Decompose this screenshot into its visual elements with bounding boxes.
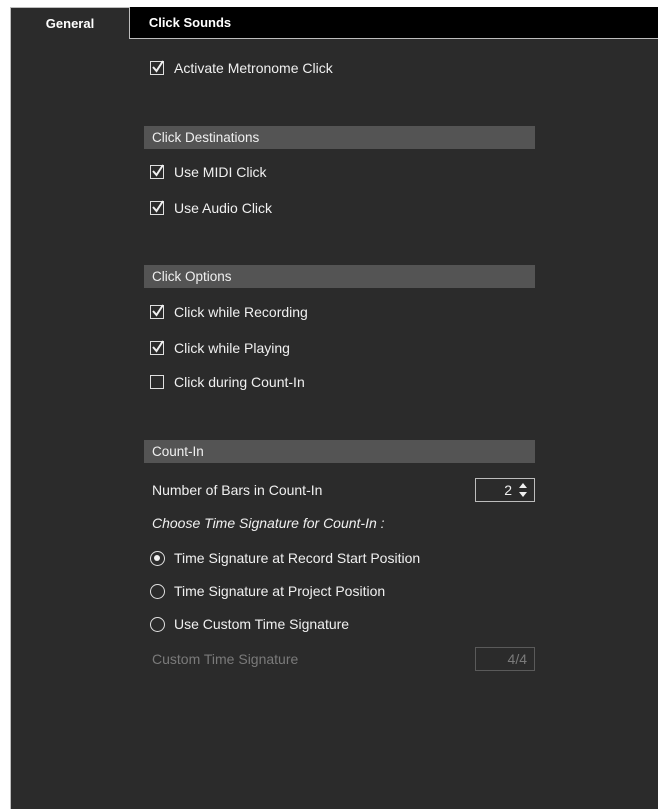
radio-project-position-label: Time Signature at Project Position	[174, 583, 386, 599]
use-audio-click-label: Use Audio Click	[174, 200, 273, 216]
click-during-countin-label: Click during Count-In	[174, 374, 305, 390]
click-while-recording-label: Click while Recording	[174, 304, 308, 320]
click-while-playing-label: Click while Playing	[174, 340, 290, 356]
tab-click-sounds[interactable]: Click Sounds	[130, 7, 250, 39]
count-in-header: Count-In	[144, 440, 535, 463]
custom-time-signature-field[interactable]: 4/4	[475, 647, 535, 671]
bars-in-countin-spinner[interactable]: 2	[475, 478, 535, 502]
checkmark-icon	[152, 304, 164, 317]
radio-unselected-icon	[150, 583, 165, 599]
radio-custom-signature-label: Use Custom Time Signature	[174, 616, 350, 632]
checkmark-icon	[152, 164, 164, 177]
tab-general[interactable]: General	[10, 7, 130, 39]
use-midi-click-checkbox[interactable]: Use MIDI Click	[150, 160, 267, 184]
checkbox-checked-icon	[150, 304, 164, 319]
checkbox-checked-icon	[150, 340, 164, 355]
custom-time-signature-label: Custom Time Signature	[152, 651, 299, 667]
tab-bar: General Click Sounds	[10, 7, 658, 39]
click-destinations-header: Click Destinations	[144, 126, 535, 149]
checkbox-checked-icon	[150, 60, 164, 75]
checkbox-checked-icon	[150, 164, 164, 179]
use-audio-click-checkbox[interactable]: Use Audio Click	[150, 196, 272, 220]
tab-divider	[130, 38, 658, 39]
radio-project-position[interactable]: Time Signature at Project Position	[150, 579, 385, 603]
up-down-arrows-icon[interactable]	[518, 482, 528, 498]
radio-selected-icon	[150, 550, 165, 566]
radio-record-start-label: Time Signature at Record Start Position	[174, 550, 421, 566]
click-options-header: Click Options	[144, 265, 535, 288]
panel-left-border	[10, 39, 11, 809]
bars-in-countin-value: 2	[504, 482, 512, 498]
activate-metronome-checkbox[interactable]: Activate Metronome Click	[150, 56, 333, 80]
radio-record-start[interactable]: Time Signature at Record Start Position	[150, 546, 420, 570]
choose-time-signature-label: Choose Time Signature for Count-In :	[152, 515, 385, 531]
checkbox-unchecked-icon	[150, 375, 164, 389]
checkmark-icon	[152, 340, 164, 353]
use-midi-click-label: Use MIDI Click	[174, 164, 267, 180]
click-during-countin-checkbox[interactable]: Click during Count-In	[150, 370, 305, 394]
radio-unselected-icon	[150, 616, 165, 632]
checkmark-icon	[152, 60, 164, 73]
checkbox-checked-icon	[150, 200, 164, 215]
click-while-recording-checkbox[interactable]: Click while Recording	[150, 300, 308, 324]
bars-in-countin-label: Number of Bars in Count-In	[152, 482, 323, 498]
activate-metronome-label: Activate Metronome Click	[174, 60, 333, 76]
checkmark-icon	[152, 200, 164, 213]
radio-custom-signature[interactable]: Use Custom Time Signature	[150, 612, 349, 636]
click-while-playing-checkbox[interactable]: Click while Playing	[150, 336, 290, 360]
